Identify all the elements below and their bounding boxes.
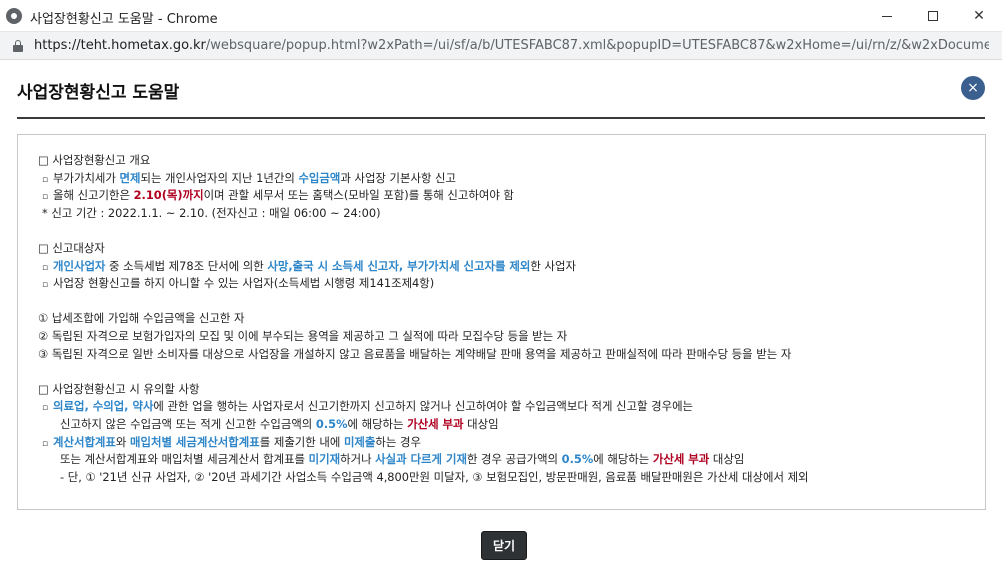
highlight: 사실과 다르게 기재 [375, 452, 467, 467]
penalty-highlight: 가산세 부과 [407, 416, 464, 431]
note-text: * 신고 기간 : 2022.1.1. ~ 2.10. (전자신고 : 매일 0… [42, 205, 381, 220]
minimize-icon [882, 15, 892, 17]
numbered-item: ① 납세조합에 가입해 수입금액을 신고한 자 [38, 311, 245, 326]
list-item: ▫ 의료업, 수의업, 약사에 관한 업을 행하는 사업자로서 신고기한까지 신고… [38, 398, 968, 416]
close-icon: ✕ [973, 8, 985, 24]
help-content-panel: □ 사업장현황신고 개요 ▫ 부가가치세가 면제되는 개인사업자의 지난 1년간의… [17, 134, 986, 510]
close-icon: × [967, 80, 979, 96]
numbered-item: ③ 독립된 자격으로 일반 소비자를 대상으로 사업장을 개설하지 않고 음료품… [38, 346, 792, 361]
highlight: 사망,출국 시 소득세 신고자, 부가가치세 신고자를 제외 [267, 258, 531, 273]
window-title: 사업장현황신고 도움말 - Chrome [30, 12, 218, 27]
section-heading: □ 신고대상자 [38, 240, 105, 255]
help-content: □ 사업장현황신고 개요 ▫ 부가가치세가 면제되는 개인사업자의 지난 1년간의… [38, 152, 968, 486]
maximize-icon [928, 11, 938, 21]
address-bar[interactable]: https://teht.hometax.go.kr/websquare/pop… [0, 32, 1002, 60]
list-item: ▫ 계산서합계표와 매입처별 세금계산서합계표를 제출기한 내에 미제출하는 경우 [38, 434, 968, 452]
url-domain: https://teht.hometax.go.kr [34, 38, 206, 53]
section-heading: □ 사업장현황신고 개요 [38, 153, 151, 167]
bullet-icon: ▫ [42, 280, 49, 291]
popup-header: 사업장현황신고 도움말 [0, 60, 1002, 120]
exception-note: - 단, ① '21년 신규 사업자, ② '20년 과세기간 사업소득 수입금… [60, 469, 809, 484]
highlight: 수입금액 [298, 170, 341, 185]
deadline-highlight: 2.10(목)까지 [133, 188, 204, 203]
penalty-highlight: 가산세 부과 [652, 452, 710, 467]
maximize-button[interactable] [910, 0, 956, 32]
numbered-item: ② 독립된 자격으로 보험가입자의 모집 및 이에 부수되는 용역을 제공하고 … [38, 328, 568, 343]
page-title: 사업장현황신고 도움말 [17, 83, 180, 103]
highlight: 미기재 [308, 452, 341, 467]
highlight: 계산서합계표 [53, 434, 116, 449]
highlight: 0.5% [315, 416, 348, 431]
list-item: ▫ 개인사업자 중 소득세법 제78조 단서에 의한 사망,출국 시 소득세 신고… [38, 258, 968, 276]
header-divider [17, 117, 985, 119]
bullet-icon: ▫ [42, 403, 49, 414]
lock-icon [13, 40, 23, 52]
highlight: 미제출 [343, 434, 376, 449]
list-item: ▫ 올해 신고기한은 2.10(목)까지이며 관할 세무서 또는 홈택스(모바일 … [38, 187, 968, 205]
list-item: ▫ 부가가치세가 면제되는 개인사업자의 지난 1년간의 수입금액과 사업장 기본… [38, 170, 968, 188]
chrome-icon [6, 8, 22, 24]
window-titlebar: 사업장현황신고 도움말 - Chrome ✕ [0, 0, 1002, 32]
list-item: ▫ 사업장 현황신고를 하지 아니할 수 있는 사업자(소득세법 시행령 제141… [38, 275, 968, 293]
highlight: 면제 [119, 170, 141, 185]
section-heading: □ 사업장현황신고 시 유의할 사항 [38, 381, 200, 396]
highlight: 의료업, 수의업, 약사 [53, 399, 154, 414]
close-button[interactable]: 닫기 [481, 531, 527, 560]
window-close-button[interactable]: ✕ [956, 0, 1002, 32]
minimize-button[interactable] [864, 0, 910, 32]
highlight: 개인사업자 [53, 258, 106, 273]
url-path: /websquare/popup.html?w2xPath=/ui/sf/a/b… [205, 38, 989, 53]
list-item-continued: 또는 계산서합계표와 매입처별 세금계산서 합계표를 미기재하거나 사실과 다르… [60, 452, 745, 467]
popup-close-button[interactable]: × [961, 76, 985, 100]
highlight: 매입처별 세금계산서합계표 [130, 434, 260, 449]
highlight: 0.5% [561, 452, 594, 467]
bullet-icon: ▫ [42, 438, 49, 449]
url-text[interactable]: https://teht.hometax.go.kr/websquare/pop… [34, 38, 989, 53]
list-item-continued: 신고하지 않은 수입금액 또는 적게 신고한 수입금액의 0.5%에 해당하는 … [60, 416, 499, 431]
